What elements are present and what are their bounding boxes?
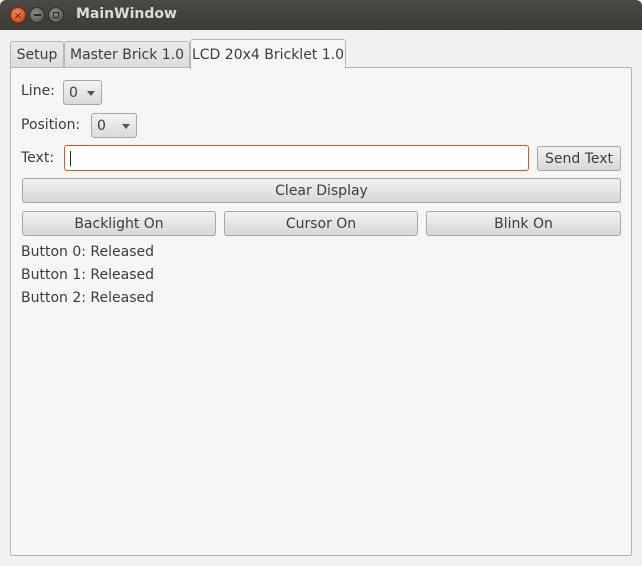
position-select[interactable]: 0 [91, 113, 137, 138]
tab-master-brick[interactable]: Master Brick 1.0 [64, 41, 190, 68]
position-select-value: 0 [97, 117, 106, 134]
cursor-button[interactable]: Cursor On [224, 211, 418, 236]
backlight-button[interactable]: Backlight On [22, 211, 216, 236]
window-title: MainWindow [76, 6, 177, 22]
chevron-down-icon [87, 91, 95, 96]
maximize-icon[interactable] [48, 7, 64, 23]
position-label: Position: [21, 117, 81, 133]
send-text-button[interactable]: Send Text [537, 146, 621, 171]
chevron-down-icon [122, 124, 130, 129]
minimize-icon[interactable] [29, 7, 45, 23]
clear-display-button[interactable]: Clear Display [22, 178, 621, 203]
button-0-status: Button 0: Released [21, 244, 155, 260]
text-input[interactable] [64, 145, 529, 171]
tab-setup[interactable]: Setup [10, 41, 64, 68]
tab-lcd-bricklet[interactable]: LCD 20x4 Bricklet 1.0 [190, 39, 346, 69]
line-select-value: 0 [69, 84, 78, 101]
main-window: × MainWindow Setup Master Brick 1.0 LCD … [0, 0, 642, 566]
button-1-status: Button 1: Released [21, 267, 155, 283]
button-2-status: Button 2: Released [21, 290, 155, 306]
close-icon[interactable]: × [10, 7, 26, 23]
title-bar[interactable]: × MainWindow [0, 0, 642, 30]
line-label: Line: [21, 83, 55, 99]
text-label: Text: [21, 150, 55, 166]
line-select[interactable]: 0 [63, 80, 102, 105]
tab-panel-lcd: Line: 0 Position: 0 Text: Send Text Clea… [10, 67, 632, 556]
blink-button[interactable]: Blink On [426, 211, 621, 236]
text-caret [70, 151, 71, 166]
